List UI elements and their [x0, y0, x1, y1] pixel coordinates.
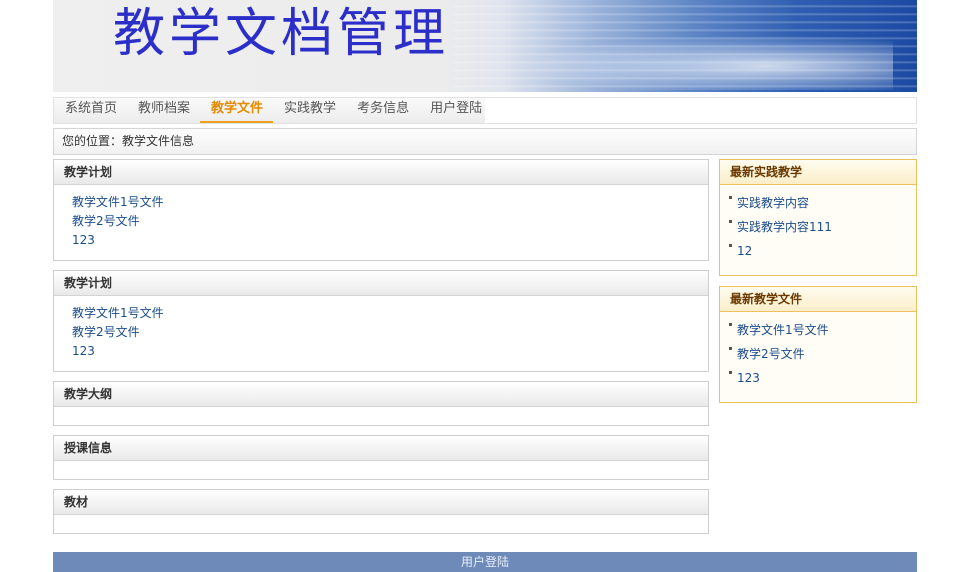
file-link[interactable]: 教学文件1号文件: [737, 323, 829, 337]
file-link[interactable]: 123: [72, 344, 95, 358]
nav-item-practice-teaching[interactable]: 实践教学: [273, 98, 346, 123]
list-item: 教学2号文件: [729, 344, 916, 368]
bullet-icon: [729, 244, 732, 247]
list-item: 实践教学内容111: [729, 217, 916, 241]
main-nav: 系统首页 教师档案 教学文件 实践教学 考务信息 用户登陆: [53, 97, 917, 124]
panel-teaching-plan-1: 教学计划 教学文件1号文件 教学2号文件 123: [53, 159, 709, 261]
side-link-list: 教学文件1号文件 教学2号文件 123: [720, 312, 916, 392]
list-item: 教学文件1号文件: [729, 320, 916, 344]
panel-teaching-plan-2: 教学计划 教学文件1号文件 教学2号文件 123: [53, 270, 709, 372]
panel-link-list: 教学文件1号文件 教学2号文件 123: [54, 185, 708, 250]
list-item: 教学文件1号文件: [72, 193, 708, 212]
panel-title: 教学计划: [54, 271, 708, 296]
panel-title: 教材: [54, 490, 708, 515]
page: 教学文档管理 系统首页 教师档案 教学文件 实践教学 考务信息 用户登陆 您的位…: [53, 0, 917, 572]
nav-item-home[interactable]: 系统首页: [54, 98, 127, 123]
nav-item-teaching-files[interactable]: 教学文件: [200, 98, 274, 123]
list-item: 教学2号文件: [72, 323, 708, 342]
file-link[interactable]: 教学文件1号文件: [72, 306, 164, 320]
file-link[interactable]: 123: [737, 371, 760, 385]
panel-textbooks: 教材: [53, 489, 709, 534]
file-link[interactable]: 教学2号文件: [737, 347, 805, 361]
banner-light-streaks: [453, 0, 917, 92]
nav-item-user-login[interactable]: 用户登陆: [419, 98, 492, 123]
list-item: 123: [729, 368, 916, 392]
practice-link[interactable]: 实践教学内容111: [737, 220, 832, 234]
panel-link-list: 教学文件1号文件 教学2号文件 123: [54, 296, 708, 361]
file-link[interactable]: 123: [72, 233, 95, 247]
file-link[interactable]: 教学文件1号文件: [72, 195, 164, 209]
file-link[interactable]: 教学2号文件: [72, 214, 140, 228]
header-banner: 教学文档管理: [53, 0, 917, 92]
panel-title: 教学大纲: [54, 382, 708, 407]
file-link[interactable]: 教学2号文件: [72, 325, 140, 339]
panel-course-info: 授课信息: [53, 435, 709, 480]
practice-link[interactable]: 12: [737, 244, 752, 258]
bullet-icon: [729, 323, 732, 326]
side-box-title: 最新教学文件: [720, 287, 916, 312]
bullet-icon: [729, 347, 732, 350]
side-box-latest-files: 最新教学文件 教学文件1号文件 教学2号文件 123: [719, 286, 917, 403]
nav-item-teacher-records[interactable]: 教师档案: [127, 98, 200, 123]
side-link-list: 实践教学内容 实践教学内容111 12: [720, 185, 916, 265]
side-box-latest-practice: 最新实践教学 实践教学内容 实践教学内容111 12: [719, 159, 917, 276]
site-title: 教学文档管理: [113, 4, 450, 64]
bullet-icon: [729, 196, 732, 199]
list-item: 教学2号文件: [72, 212, 708, 231]
side-box-title: 最新实践教学: [720, 160, 916, 185]
list-item: 123: [72, 342, 708, 361]
bullet-icon: [729, 371, 732, 374]
nav-list: 系统首页 教师档案 教学文件 实践教学 考务信息 用户登陆: [54, 98, 492, 123]
bullet-icon: [729, 220, 732, 223]
panel-title: 教学计划: [54, 160, 708, 185]
panel-title: 授课信息: [54, 436, 708, 461]
list-item: 123: [72, 231, 708, 250]
panel-syllabus: 教学大纲: [53, 381, 709, 426]
list-item: 教学文件1号文件: [72, 304, 708, 323]
footer-bar[interactable]: 用户登陆: [53, 552, 917, 572]
list-item: 实践教学内容: [729, 193, 916, 217]
nav-item-exam-info[interactable]: 考务信息: [346, 98, 419, 123]
list-item: 12: [729, 241, 916, 265]
breadcrumb: 您的位置：教学文件信息: [53, 128, 917, 155]
practice-link[interactable]: 实践教学内容: [737, 196, 809, 210]
